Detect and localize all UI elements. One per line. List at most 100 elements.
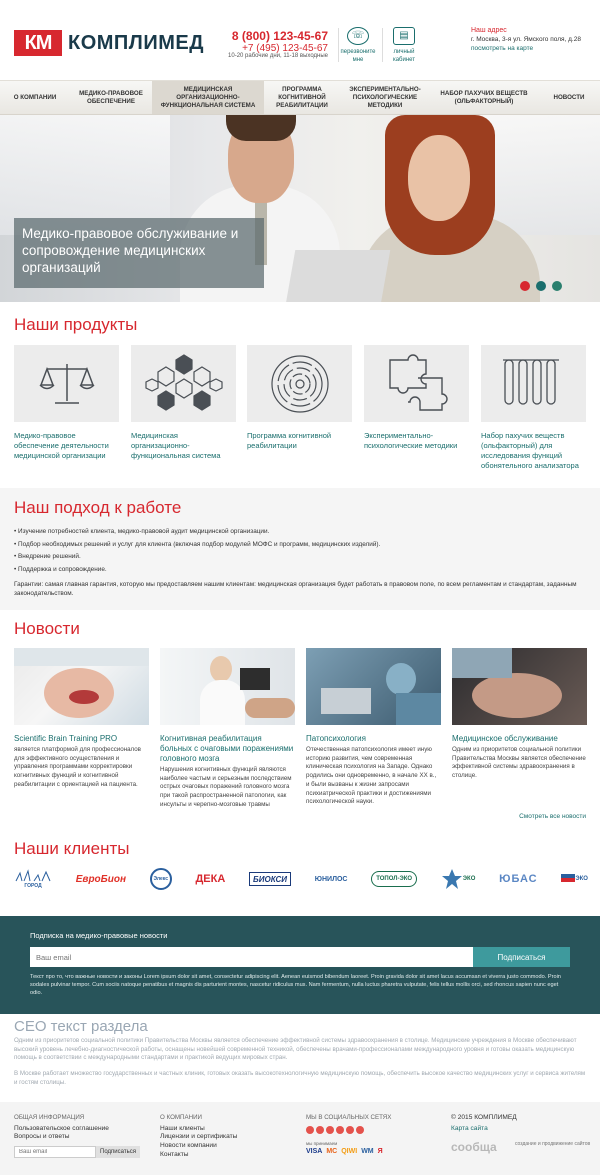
guarantee-text: Гарантии: самая главная гарантия, котору…: [14, 581, 577, 597]
yandex-money-icon: Я: [377, 1148, 383, 1155]
mastercard-icon: МС: [326, 1148, 338, 1155]
product-card[interactable]: Программа когнитивной реабилитации: [247, 345, 352, 451]
star-icon: [441, 869, 462, 889]
nav-item-news[interactable]: Новости: [538, 81, 600, 114]
news-card[interactable]: Когнитивная реабилитация больных с очаго…: [160, 648, 295, 810]
clients-title: Наши клиенты: [14, 839, 130, 858]
news-image[interactable]: [160, 648, 295, 725]
facebook-icon[interactable]: [306, 1126, 314, 1134]
product-label: Экспериментально-психологические методик…: [364, 431, 458, 450]
map-link[interactable]: посмотреть на карте: [471, 44, 591, 53]
phones: 8 (800) 123-45-67 +7 (495) 123-45-67 10-…: [228, 29, 328, 59]
news-headline[interactable]: Медицинское обслуживание: [452, 734, 587, 744]
product-card[interactable]: Медицинская организационно-функциональна…: [131, 345, 236, 461]
news-image[interactable]: [14, 648, 149, 725]
address-title: Наш адрес: [471, 27, 507, 34]
news-excerpt: является платформой для профессионалов д…: [14, 746, 141, 788]
address-block: Наш адрес г. Москва, 3-я ул. Ямского пол…: [471, 26, 591, 53]
cabinet-button[interactable]: ▤ личный кабинет: [386, 27, 422, 64]
news-image[interactable]: [306, 648, 441, 725]
slider-dot[interactable]: [552, 281, 562, 291]
client-logo[interactable]: Элекс: [149, 867, 172, 891]
footer-link[interactable]: Контакты: [160, 1151, 237, 1160]
puzzle-icon: [364, 345, 469, 422]
subscribe-title: Подписка на медико-правовые новости: [30, 931, 168, 940]
client-logo[interactable]: ТОПОЛ-ЭКО: [371, 871, 418, 887]
developer-logo[interactable]: сообща: [451, 1140, 497, 1154]
footer-link[interactable]: Новости компании: [160, 1142, 237, 1151]
slider-dots: [520, 281, 562, 291]
logo[interactable]: КМ КОМПЛИМЕД: [14, 30, 204, 56]
footer-link[interactable]: Наши клиенты: [160, 1125, 237, 1134]
footer-link[interactable]: Лицензии и сертификаты: [160, 1133, 237, 1142]
subscribe-email-input[interactable]: [30, 947, 473, 967]
slider-dot-active[interactable]: [520, 281, 530, 291]
product-label: Медицинская организационно-функциональна…: [131, 431, 221, 460]
nav-item-mofs[interactable]: Медицинская организационно-функциональна…: [152, 81, 264, 114]
slider-dot[interactable]: [536, 281, 546, 291]
callback-label: перезвоните мне: [340, 49, 376, 63]
instagram-icon[interactable]: [356, 1126, 364, 1134]
main-nav: О компании Медико-правовое обеспечение М…: [0, 80, 600, 115]
news-image[interactable]: [452, 648, 587, 725]
vk-icon[interactable]: [326, 1126, 334, 1134]
footer-link[interactable]: Вопросы и ответы: [14, 1133, 109, 1142]
footer-heading: О компании: [160, 1114, 202, 1121]
nav-item-cognitive[interactable]: Программа когнитивной реабилитации: [264, 81, 340, 114]
product-label: Набор пахучих веществ (ольфакторный) для…: [481, 431, 579, 470]
clients-logos: ГОРОД ЕвроБион Элекс ДЕКА БИОКСИ ЮНИЛОС …: [14, 865, 588, 893]
test-tubes-icon: [481, 345, 586, 422]
divider: [338, 28, 339, 62]
news-excerpt: Одним из приоритетов социальной политики…: [452, 746, 586, 780]
product-card[interactable]: Экспериментально-психологические методик…: [364, 345, 469, 451]
nav-item-about[interactable]: О компании: [0, 81, 70, 114]
seal-icon: Элекс: [149, 868, 172, 890]
news-headline[interactable]: Scientific Brain Training PRO: [14, 734, 149, 744]
approach-title: Наш подход к работе: [14, 498, 182, 517]
divider: [382, 28, 383, 62]
nav-item-methods[interactable]: Экспериментально-психологические методик…: [340, 81, 430, 114]
phone-main[interactable]: 8 (800) 123-45-67: [228, 29, 328, 43]
sitemap-link[interactable]: Карта сайта: [451, 1125, 488, 1132]
copyright: © 2015 КОМПЛИМЕД: [451, 1114, 517, 1121]
all-news-link[interactable]: Смотреть все новости: [519, 813, 586, 820]
client-logo[interactable]: БИОКСИ: [249, 872, 292, 886]
list-item: Изучение потребностей клиента, медико-пр…: [14, 526, 380, 539]
news-card[interactable]: Медицинское обслуживание Одним из приори…: [452, 648, 587, 781]
footer-link[interactable]: Пользовательское соглашение: [14, 1125, 109, 1134]
news-headline[interactable]: Патопсихология: [306, 734, 441, 744]
products-title: Наши продукты: [14, 315, 138, 334]
brain-maze-icon: [247, 345, 352, 422]
client-logo[interactable]: ЕвроБион: [76, 867, 126, 891]
approach-list: Изучение потребностей клиента, медико-пр…: [14, 526, 380, 576]
client-logo[interactable]: ДЕКА: [195, 867, 225, 891]
client-logo[interactable]: ЮНИЛОС: [315, 867, 348, 891]
nav-item-olfactory[interactable]: Набор пахучих веществ (ольфакторный): [430, 81, 538, 114]
google-plus-icon[interactable]: [346, 1126, 354, 1134]
callback-button[interactable]: ☏ перезвоните мне: [340, 27, 376, 64]
footer-heading: Общая информация: [14, 1114, 85, 1121]
news-card[interactable]: Scientific Brain Training PRO является п…: [14, 648, 149, 790]
client-logo[interactable]: ГОРОД: [14, 867, 52, 891]
client-logo[interactable]: ЮБАС: [499, 867, 537, 891]
product-card[interactable]: Медико-правовое обеспечение деятельности…: [14, 345, 119, 461]
news-headline[interactable]: Когнитивная реабилитация больных с очаго…: [160, 734, 295, 764]
webmoney-icon: WM: [361, 1148, 374, 1155]
list-item: Внедрение решений.: [14, 551, 380, 564]
news-card[interactable]: Патопсихология Отечественная патопсихоло…: [306, 648, 441, 807]
address-text: г. Москва, 3-я ул. Ямского поля, д.28: [471, 36, 581, 43]
client-logo[interactable]: ЭКО: [441, 867, 475, 891]
twitter-icon[interactable]: [316, 1126, 324, 1134]
social-icons: [306, 1126, 364, 1134]
footer-email-input[interactable]: [14, 1146, 96, 1158]
working-hours: 10-20 рабочие дни, 11-18 выходные: [228, 53, 328, 59]
footer-heading: Мы в социальных сетях: [306, 1114, 392, 1121]
nav-item-legal[interactable]: Медико-правовое обеспечение: [70, 81, 152, 114]
footer-subscribe-button[interactable]: Подписаться: [96, 1146, 140, 1158]
subscribe-button[interactable]: Подписаться: [473, 947, 570, 967]
product-card[interactable]: Набор пахучих веществ (ольфакторный) для…: [481, 345, 586, 471]
client-logo[interactable]: ЭКО: [561, 867, 588, 891]
payment-label: мы принимаем: [306, 1141, 338, 1146]
seo-paragraph: В Москве работает множество государствен…: [14, 1070, 586, 1086]
odnoklassniki-icon[interactable]: [336, 1126, 344, 1134]
